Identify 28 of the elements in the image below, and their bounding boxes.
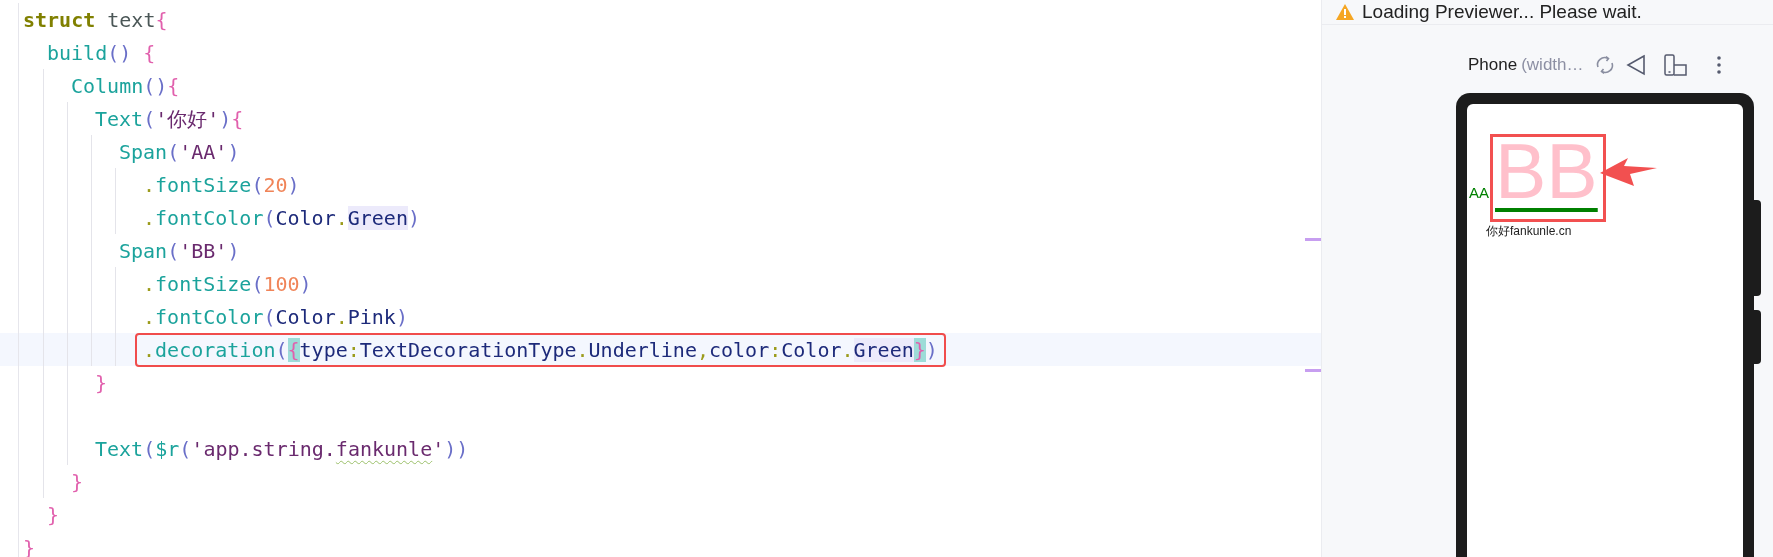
change-marker (1305, 238, 1321, 241)
code-line: Column(){ (71, 72, 180, 100)
more-icon[interactable] (1715, 55, 1722, 75)
code-line: .fontColor(Color.Pink) (143, 303, 408, 331)
code-line: .decoration({type:TextDecorationType.Underline,color:Color.Green}) (137, 334, 944, 365)
code-line: } (47, 501, 60, 529)
device-layout-icon[interactable] (1663, 54, 1688, 76)
preview-text: BB (1495, 139, 1598, 203)
code-line: Span('AA') (119, 138, 240, 166)
preview-text: 你好fankunle.cn (1486, 223, 1572, 240)
code-line: Text('你好'){ (95, 105, 244, 133)
device-detail: (width… (1521, 55, 1584, 75)
code-line: build() { (47, 39, 156, 67)
code-line: } (95, 369, 108, 397)
status-message: Loading Previewer... Please wait. (1362, 1, 1642, 23)
preview-text: AA (1469, 185, 1489, 200)
code-line: Text($r('app.string.fankunle')) (95, 435, 469, 463)
code-line: Span('BB') (119, 237, 240, 265)
change-marker (1305, 369, 1321, 372)
code-line: .fontSize(100) (143, 270, 312, 298)
device-name[interactable]: Phone (1468, 55, 1518, 75)
code-line: struct text{ (23, 6, 168, 34)
warning-icon (1336, 4, 1354, 20)
back-icon[interactable] (1625, 54, 1646, 76)
code-line: } (23, 534, 36, 557)
code-line: .fontColor(Color.Green) (143, 204, 420, 232)
code-line: .fontSize(20) (143, 171, 300, 199)
code-line: } (71, 468, 84, 496)
